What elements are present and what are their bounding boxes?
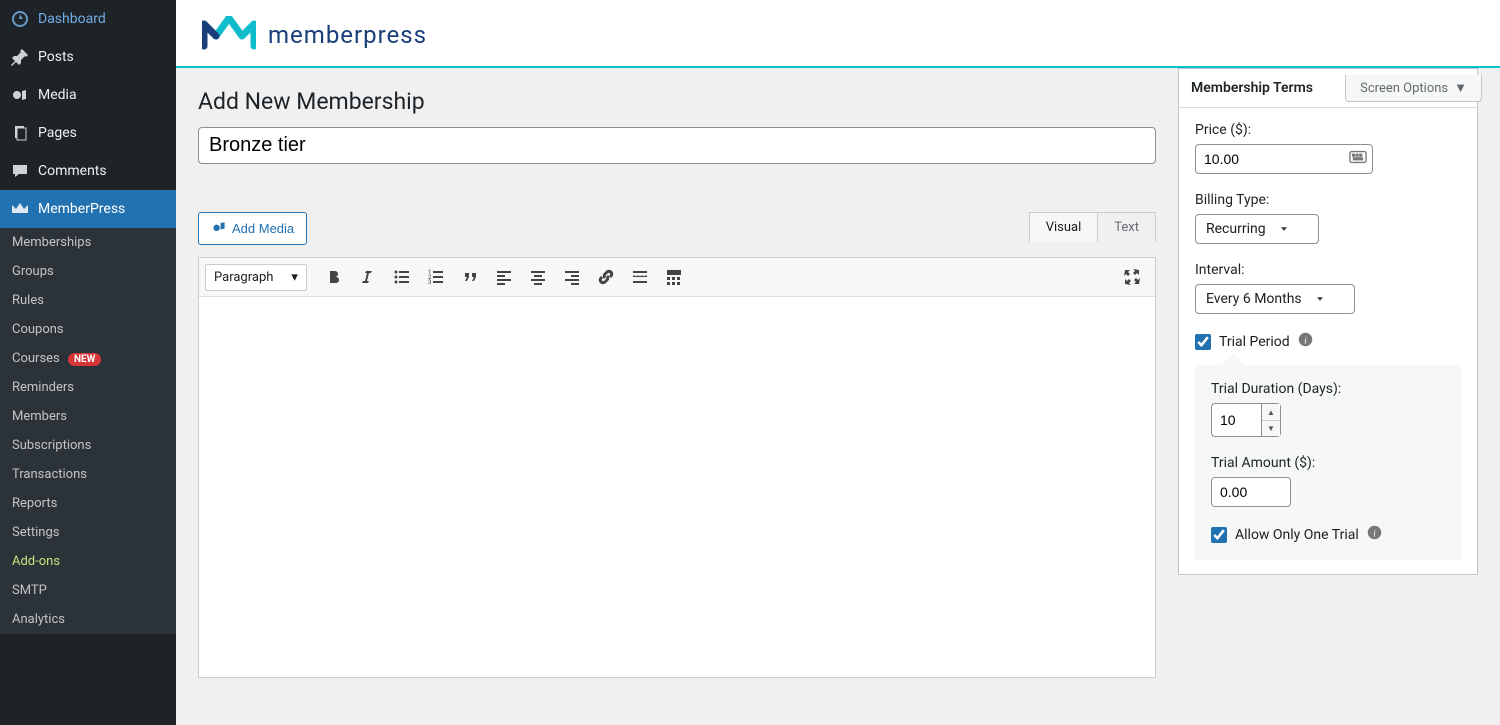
submenu-transactions[interactable]: Transactions	[0, 460, 176, 489]
submenu-memberpress: Memberships Groups Rules Coupons Courses…	[0, 228, 176, 634]
menu-memberpress[interactable]: MemberPress	[0, 190, 176, 228]
svg-text:3: 3	[428, 279, 431, 286]
svg-text:i: i	[1304, 335, 1307, 346]
svg-text:i: i	[1373, 528, 1376, 539]
allow-one-trial-checkbox[interactable]	[1211, 527, 1227, 543]
menu-label: Pages	[38, 125, 77, 141]
pin-icon	[10, 47, 30, 67]
submenu-settings[interactable]: Settings	[0, 518, 176, 547]
trial-amount-label: Trial Amount ($):	[1211, 455, 1445, 471]
billing-type-label: Billing Type:	[1195, 192, 1461, 208]
trial-settings-box: Trial Duration (Days): ▲ ▼	[1195, 365, 1461, 560]
allow-one-trial-label: Allow Only One Trial	[1235, 527, 1359, 543]
keyboard-icon	[1349, 150, 1367, 168]
submenu-smtp[interactable]: SMTP	[0, 576, 176, 605]
menu-label: Comments	[38, 163, 107, 179]
trial-period-checkbox[interactable]	[1195, 334, 1211, 350]
trial-amount-input[interactable]	[1211, 477, 1291, 507]
trial-period-label: Trial Period	[1219, 334, 1290, 350]
numbered-list-button[interactable]: 123	[421, 262, 451, 292]
read-more-button[interactable]	[625, 262, 655, 292]
tab-visual[interactable]: Visual	[1029, 212, 1099, 242]
price-input[interactable]	[1195, 144, 1373, 174]
fullscreen-button[interactable]	[1117, 262, 1147, 292]
brand-header: memberpress	[176, 0, 1500, 68]
menu-label: Media	[38, 87, 77, 103]
memberpress-logo-icon	[202, 16, 256, 54]
submenu-label: Courses	[12, 351, 60, 366]
stepper-down[interactable]: ▼	[1262, 420, 1280, 436]
tab-text[interactable]: Text	[1098, 212, 1156, 242]
content-editor[interactable]	[199, 297, 1155, 677]
screen-options-label: Screen Options	[1360, 81, 1448, 96]
main-content: memberpress Screen Options ▼ Add New Mem…	[176, 0, 1500, 725]
submenu-rules[interactable]: Rules	[0, 286, 176, 315]
align-left-button[interactable]	[489, 262, 519, 292]
caret-down-icon: ▾	[291, 270, 298, 285]
submenu-analytics[interactable]: Analytics	[0, 605, 176, 634]
interval-label: Interval:	[1195, 262, 1461, 278]
menu-label: Dashboard	[38, 11, 106, 27]
menu-label: Posts	[38, 49, 74, 65]
submenu-coupons[interactable]: Coupons	[0, 315, 176, 344]
format-value: Paragraph	[214, 270, 273, 285]
submenu-members[interactable]: Members	[0, 402, 176, 431]
trial-duration-input[interactable]	[1211, 403, 1261, 437]
pages-icon	[10, 123, 30, 143]
editor-tabs: Visual Text	[1029, 212, 1156, 242]
submenu-subscriptions[interactable]: Subscriptions	[0, 431, 176, 460]
comment-icon	[10, 161, 30, 181]
dashboard-icon	[10, 9, 30, 29]
link-button[interactable]	[591, 262, 621, 292]
menu-comments[interactable]: Comments	[0, 152, 176, 190]
brand-name: memberpress	[268, 21, 427, 49]
screen-options-button[interactable]: Screen Options ▼	[1345, 75, 1482, 102]
page-title: Add New Membership	[198, 68, 1156, 127]
menu-media[interactable]: Media	[0, 76, 176, 114]
menu-posts[interactable]: Posts	[0, 38, 176, 76]
bold-button[interactable]	[319, 262, 349, 292]
submenu-reminders[interactable]: Reminders	[0, 373, 176, 402]
trial-duration-label: Trial Duration (Days):	[1211, 381, 1445, 397]
chevron-down-icon	[1278, 223, 1290, 235]
new-badge: NEW	[68, 353, 101, 366]
media-icon	[10, 85, 30, 105]
billing-type-select[interactable]: Recurring	[1195, 214, 1319, 244]
memberpress-icon	[10, 199, 30, 219]
interval-value: Every 6 Months	[1206, 291, 1302, 307]
submenu-courses[interactable]: Courses NEW	[0, 344, 176, 373]
membership-terms-panel: Membership Terms Price ($):	[1178, 68, 1478, 575]
italic-button[interactable]	[353, 262, 383, 292]
caret-down-icon: ▼	[1454, 80, 1467, 96]
menu-dashboard[interactable]: Dashboard	[0, 0, 176, 38]
align-right-button[interactable]	[557, 262, 587, 292]
camera-music-icon	[211, 219, 227, 238]
info-icon[interactable]: i	[1367, 525, 1382, 544]
paragraph-format-select[interactable]: Paragraph ▾	[205, 264, 307, 291]
admin-sidebar: Dashboard Posts Media Pages Comments Mem…	[0, 0, 176, 725]
bullet-list-button[interactable]	[387, 262, 417, 292]
submenu-addons[interactable]: Add-ons	[0, 547, 176, 576]
add-media-button[interactable]: Add Media	[198, 212, 307, 245]
submenu-groups[interactable]: Groups	[0, 257, 176, 286]
price-label: Price ($):	[1195, 122, 1461, 138]
interval-select[interactable]: Every 6 Months	[1195, 284, 1355, 314]
panel-title: Membership Terms	[1191, 80, 1313, 96]
add-media-label: Add Media	[232, 221, 294, 236]
membership-title-input[interactable]	[198, 127, 1156, 164]
align-center-button[interactable]	[523, 262, 553, 292]
billing-type-value: Recurring	[1206, 221, 1266, 237]
menu-pages[interactable]: Pages	[0, 114, 176, 152]
chevron-down-icon	[1314, 293, 1326, 305]
stepper-up[interactable]: ▲	[1262, 404, 1280, 420]
submenu-memberships[interactable]: Memberships	[0, 228, 176, 257]
info-icon[interactable]: i	[1298, 332, 1313, 351]
toolbar-toggle-button[interactable]	[659, 262, 689, 292]
submenu-reports[interactable]: Reports	[0, 489, 176, 518]
editor-toolbar: Paragraph ▾ 123	[199, 258, 1155, 297]
blockquote-button[interactable]	[455, 262, 485, 292]
menu-label: MemberPress	[38, 201, 125, 217]
